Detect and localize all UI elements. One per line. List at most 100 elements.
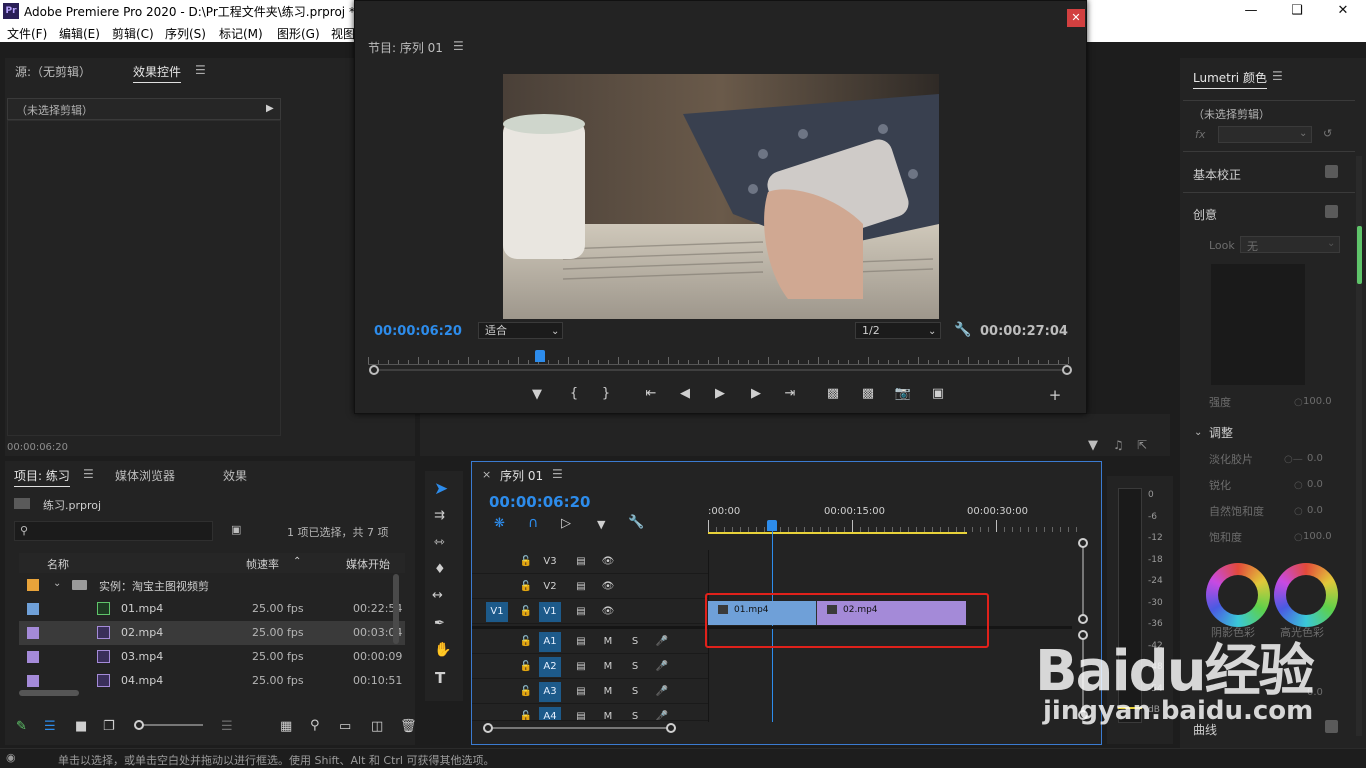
mute-button[interactable]: M xyxy=(597,632,619,652)
resolution-dropdown[interactable]: 1/2 ⌄ xyxy=(855,322,941,339)
sync-lock-icon[interactable]: ▤ xyxy=(570,552,592,572)
minimize-button[interactable]: — xyxy=(1228,0,1274,22)
lumetri-title[interactable]: Lumetri 颜色 xyxy=(1193,69,1267,89)
icon-view-icon[interactable]: ■ xyxy=(75,719,87,734)
project-vertical-scrollbar[interactable] xyxy=(393,574,399,644)
add-marker-icon[interactable]: ▼ xyxy=(597,518,605,531)
audio-icon[interactable]: ♫ xyxy=(1113,438,1124,452)
project-row-03[interactable]: 03.mp4 25.00 fps 00:00:09 xyxy=(19,645,405,669)
intensity-value[interactable]: 100.0 xyxy=(1303,396,1332,407)
lock-icon[interactable]: 🔓 xyxy=(515,552,537,572)
eye-icon[interactable]: 👁 xyxy=(597,602,619,622)
panel-menu-icon[interactable]: ☰ xyxy=(195,63,206,77)
vibrance-value[interactable]: 0.0 xyxy=(1307,505,1323,516)
basic-correction-checkbox[interactable] xyxy=(1325,165,1338,178)
sync-lock-icon[interactable]: ▤ xyxy=(570,657,592,677)
new-bin-icon[interactable]: ▭ xyxy=(339,719,351,734)
find-icon[interactable]: ⚲ xyxy=(310,718,320,733)
slider-knob-icon[interactable]: ○ xyxy=(1294,532,1303,543)
go-to-out-icon[interactable]: ⇥ xyxy=(780,386,800,401)
button-editor-plus-icon[interactable]: + xyxy=(1045,386,1065,404)
chevron-down-icon[interactable]: ⌄ xyxy=(53,578,61,589)
column-fps[interactable]: 帧速率 xyxy=(246,556,279,572)
track-label-v2[interactable]: V2 xyxy=(539,577,561,597)
go-to-in-icon[interactable]: ⇤ xyxy=(641,386,661,401)
slider-knob-icon[interactable]: ○ xyxy=(1294,397,1303,408)
extract-icon[interactable]: ▩ xyxy=(858,386,878,401)
track-label-a4[interactable]: A4 xyxy=(539,707,561,720)
type-tool-icon[interactable]: T xyxy=(435,669,445,687)
nest-icon[interactable]: ❋ xyxy=(494,516,505,531)
v-scroll-handle-top[interactable] xyxy=(1078,538,1088,548)
eye-icon[interactable]: 👁 xyxy=(597,552,619,572)
solo-button[interactable]: S xyxy=(624,707,646,720)
comparison-view-icon[interactable]: ▣ xyxy=(928,386,948,401)
video-vertical-scrollbar[interactable] xyxy=(1082,544,1084,620)
sort-up-icon[interactable]: ⌃ xyxy=(293,556,301,567)
export-icon[interactable]: ⇱ xyxy=(1137,438,1147,452)
video-preview[interactable] xyxy=(503,74,939,319)
microphone-icon[interactable]: 🎤 xyxy=(651,632,673,652)
project-horizontal-scrollbar[interactable] xyxy=(19,690,79,696)
solo-button[interactable]: S xyxy=(624,632,646,652)
timeline-settings-wrench-icon[interactable]: 🔧 xyxy=(628,515,644,530)
lumetri-scroll-thumb[interactable] xyxy=(1357,226,1362,284)
adjust-title[interactable]: 调整 xyxy=(1209,424,1233,441)
pencil-icon[interactable]: ✎ xyxy=(16,719,27,734)
play-icon[interactable]: ▶ xyxy=(710,386,730,401)
program-time-ruler[interactable] xyxy=(368,351,1069,365)
track-label-a2[interactable]: A2 xyxy=(539,657,561,677)
sync-lock-icon[interactable]: ▤ xyxy=(570,577,592,597)
play-arrow-icon[interactable]: ▶ xyxy=(266,103,274,114)
project-menu-icon[interactable]: ☰ xyxy=(83,467,94,481)
project-search-input[interactable]: ⚲ xyxy=(14,521,213,541)
razor-tool-icon[interactable]: ♦ xyxy=(434,562,446,577)
sharpen-value[interactable]: 0.0 xyxy=(1307,479,1323,490)
ripple-edit-tool-icon[interactable]: ⇿ xyxy=(434,535,445,550)
project-row-02-selected[interactable]: 02.mp4 25.00 fps 00:03:04 xyxy=(19,621,405,645)
section-basic-correction[interactable]: 基本校正 xyxy=(1193,166,1241,183)
timeline-horizontal-scrollbar[interactable] xyxy=(486,727,676,729)
list-view-icon[interactable]: ☰ xyxy=(44,719,56,734)
project-row-01[interactable]: 01.mp4 25.00 fps 00:22:54 xyxy=(19,597,405,621)
creative-checkbox[interactable] xyxy=(1325,205,1338,218)
export-frame-icon[interactable]: 📷 xyxy=(893,386,913,401)
microphone-icon[interactable]: 🎤 xyxy=(651,707,673,720)
close-window-button[interactable]: ✕ xyxy=(1320,0,1366,22)
linked-selection-icon[interactable]: ▷ xyxy=(561,516,571,531)
slider-knob-icon[interactable]: ○ xyxy=(1294,506,1303,517)
program-monitor-title[interactable]: 节目: 序列 01 xyxy=(368,39,443,56)
slip-tool-icon[interactable]: ↔ xyxy=(432,588,443,603)
sort-icon[interactable]: ☰ xyxy=(221,719,233,734)
menu-file[interactable]: 文件(F) xyxy=(7,25,47,42)
menu-sequence[interactable]: 序列(S) xyxy=(165,25,206,42)
tab-effects[interactable]: 效果 xyxy=(223,467,247,484)
filter-icon[interactable]: ▼ xyxy=(1088,438,1098,453)
lock-icon[interactable]: 🔓 xyxy=(515,657,537,677)
section-creative[interactable]: 创意 xyxy=(1193,206,1217,223)
freeform-view-icon[interactable]: ❐ xyxy=(103,719,115,734)
source-patch-v1[interactable]: V1 xyxy=(486,602,508,622)
tab-project[interactable]: 项目: 练习 xyxy=(14,467,70,487)
zoom-slider-handle[interactable] xyxy=(134,720,144,730)
mute-button[interactable]: M xyxy=(597,657,619,677)
lock-icon[interactable]: 🔓 xyxy=(515,632,537,652)
zoom-slider[interactable] xyxy=(137,724,203,726)
tab-source[interactable]: 源:（无剪辑） xyxy=(15,63,91,80)
lock-icon[interactable]: 🔓 xyxy=(515,602,537,622)
saturation-value[interactable]: 100.0 xyxy=(1303,531,1332,542)
reset-icon[interactable]: ↺ xyxy=(1323,127,1332,140)
selection-tool-icon[interactable]: ➤ xyxy=(434,479,448,499)
lock-icon[interactable]: 🔓 xyxy=(515,707,537,720)
new-item-icon[interactable]: ◫ xyxy=(371,719,383,734)
track-label-a3[interactable]: A3 xyxy=(539,682,561,702)
menu-marker[interactable]: 标记(M) xyxy=(219,25,263,42)
track-label-v3[interactable]: V3 xyxy=(539,552,561,572)
project-row-folder[interactable]: ⌄ 实例：淘宝主图视频剪 xyxy=(19,573,405,597)
pen-tool-icon[interactable]: ✒ xyxy=(434,616,445,631)
snap-icon[interactable]: ∩ xyxy=(528,515,538,531)
zoom-scrollbar[interactable] xyxy=(373,369,1065,371)
timeline-ruler[interactable] xyxy=(708,520,1078,532)
mute-button[interactable]: M xyxy=(597,707,619,720)
program-current-timecode[interactable]: 00:00:06:20 xyxy=(374,324,462,339)
